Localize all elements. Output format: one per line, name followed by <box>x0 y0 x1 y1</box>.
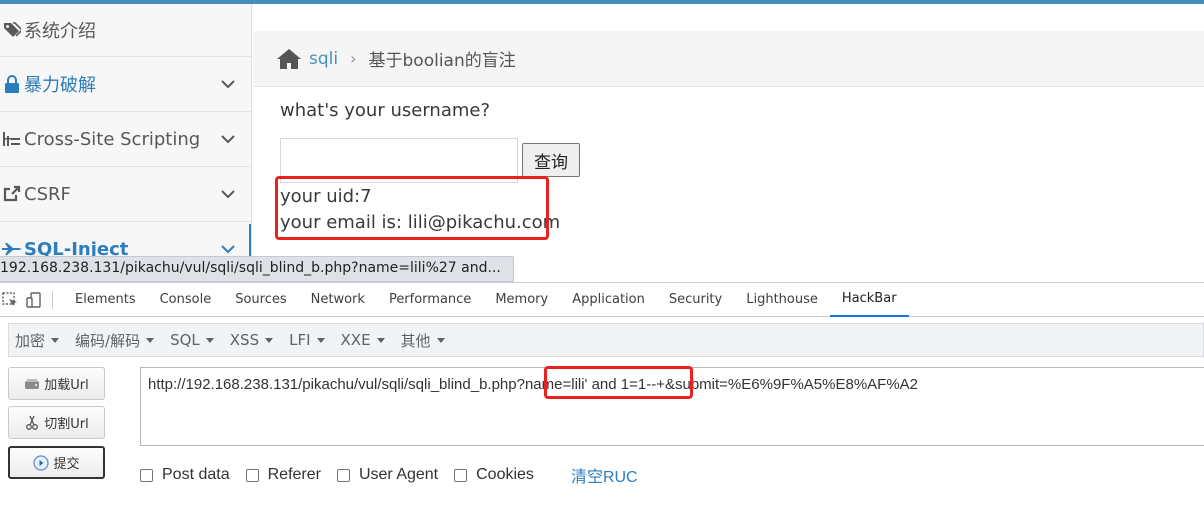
chevron-down-icon <box>221 245 235 254</box>
sitemap-icon <box>2 129 22 149</box>
checkbox[interactable] <box>140 468 153 482</box>
caret-down-icon <box>146 337 155 343</box>
menu-encode-decode[interactable]: 编码/解码 <box>69 330 164 351</box>
sidebar-item-label: Cross-Site Scripting <box>24 128 201 150</box>
breadcrumb-separator: › <box>350 49 357 68</box>
tab-application[interactable]: Application <box>560 283 657 317</box>
toolbar-divider <box>52 290 53 309</box>
result-highlight-box <box>275 176 549 240</box>
chevron-down-icon <box>221 80 235 89</box>
sidebar-item-intro[interactable]: 系统介绍 <box>0 4 251 57</box>
caret-down-icon <box>316 337 325 343</box>
inspect-element-icon[interactable] <box>2 291 18 308</box>
chevron-down-icon <box>221 190 235 199</box>
breadcrumb: sqli › 基于boolian的盲注 <box>253 31 1204 87</box>
sidebar-item-label: 系统介绍 <box>24 21 96 42</box>
clear-ruc-link[interactable]: 清空RUC <box>571 463 638 487</box>
share-square-icon <box>2 184 22 204</box>
menu-label: XXE <box>340 331 371 349</box>
sidebar-item-csrf[interactable]: CSRF <box>0 167 251 222</box>
fighter-jet-icon <box>2 239 22 256</box>
scissors-icon <box>26 415 39 430</box>
sidebar: 系统介绍 暴力破解 Cross-Site Scripting CSRF SQL-… <box>0 4 252 256</box>
menu-label: 编码/解码 <box>75 331 141 350</box>
execute-label: 提交 <box>53 457 80 472</box>
option-referer[interactable]: Referer <box>245 466 321 484</box>
checkbox[interactable] <box>454 468 468 482</box>
sidebar-item-sqli[interactable]: SQL-Inject <box>0 222 251 256</box>
hackbar-menu: 加密 编码/解码 SQL XSS LFI XXE 其他 <box>8 323 1204 357</box>
tab-performance[interactable]: Performance <box>377 283 483 317</box>
sidebar-item-label: 暴力破解 <box>24 75 96 96</box>
chevron-down-icon <box>221 135 235 144</box>
option-label: Referer <box>267 466 321 483</box>
breadcrumb-link-sqli[interactable]: sqli <box>309 49 338 69</box>
caret-down-icon <box>436 337 445 343</box>
option-user-agent[interactable]: User Agent <box>336 466 439 484</box>
caret-down-icon <box>376 337 385 343</box>
menu-encrypt[interactable]: 加密 <box>9 330 69 351</box>
menu-xss[interactable]: XSS <box>224 331 283 349</box>
option-post-data[interactable]: Post data <box>140 466 230 484</box>
caret-down-icon <box>205 337 214 343</box>
menu-label: XSS <box>229 331 260 349</box>
execute-button[interactable]: 提交 <box>8 446 105 479</box>
tab-memory[interactable]: Memory <box>483 283 560 317</box>
menu-xxe[interactable]: XXE <box>335 331 395 349</box>
devtools-tabbar: Elements Console Sources Network Perform… <box>0 283 1204 317</box>
sidebar-item-xss[interactable]: Cross-Site Scripting <box>0 112 251 167</box>
load-url-button[interactable]: 加载Url <box>8 367 105 400</box>
lock-icon <box>2 74 22 94</box>
load-url-label: 加载Url <box>44 378 89 393</box>
option-label: Cookies <box>476 466 534 483</box>
caret-down-icon <box>51 337 60 343</box>
tab-security[interactable]: Security <box>657 283 734 317</box>
tab-lighthouse[interactable]: Lighthouse <box>734 283 830 317</box>
payload-highlight-box <box>544 366 693 399</box>
menu-sql[interactable]: SQL <box>164 331 224 349</box>
device-toolbar-icon[interactable] <box>26 291 42 308</box>
sidebar-item-label: SQL-Inject <box>24 238 129 257</box>
menu-label: 加密 <box>15 331 46 350</box>
tags-icon <box>2 20 22 40</box>
sidebar-item-label: CSRF <box>24 183 71 205</box>
breadcrumb-current: 基于boolian的盲注 <box>368 51 516 71</box>
status-url: 192.168.238.131/pikachu/vul/sqli/sqli_bl… <box>0 256 514 282</box>
username-question: what's your username? <box>280 100 491 121</box>
option-label: User Agent <box>358 466 439 483</box>
play-icon <box>33 454 50 471</box>
menu-label: LFI <box>289 331 311 349</box>
load-icon <box>25 378 40 389</box>
tab-console[interactable]: Console <box>148 283 224 317</box>
split-url-button[interactable]: 切割Url <box>8 406 105 439</box>
query-button[interactable]: 查询 <box>522 143 580 177</box>
menu-other[interactable]: 其他 <box>395 330 455 351</box>
menu-label: 其他 <box>400 331 431 350</box>
checkbox[interactable] <box>336 468 350 482</box>
option-cookies[interactable]: Cookies <box>454 466 534 484</box>
checkbox[interactable] <box>245 468 259 482</box>
home-icon[interactable] <box>277 48 301 70</box>
caret-down-icon <box>265 337 274 343</box>
split-url-label: 切割Url <box>44 417 89 432</box>
option-label: Post data <box>162 466 230 483</box>
tab-elements[interactable]: Elements <box>63 283 148 317</box>
sidebar-active-indicator <box>249 224 251 256</box>
tab-hackbar[interactable]: HackBar <box>829 283 909 317</box>
request-options: Post data Referer User Agent Cookies 清空R… <box>140 464 638 486</box>
menu-label: SQL <box>170 331 200 349</box>
devtools-panel: Elements Console Sources Network Perform… <box>0 282 1204 521</box>
menu-lfi[interactable]: LFI <box>283 331 334 349</box>
tab-sources[interactable]: Sources <box>223 283 298 317</box>
sidebar-item-brute-force[interactable]: 暴力破解 <box>0 57 251 112</box>
tab-network[interactable]: Network <box>299 283 377 317</box>
